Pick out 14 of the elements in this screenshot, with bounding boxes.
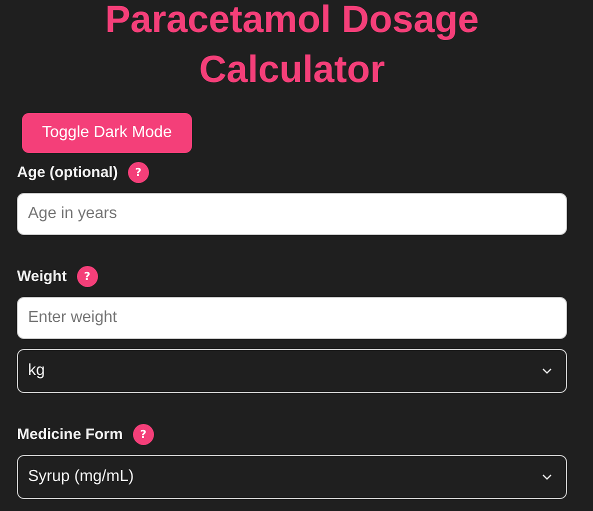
help-badge[interactable]: ? (132, 424, 154, 444)
help-badge[interactable]: ? (76, 266, 98, 286)
toggle-dark-mode-button[interactable]: Toggle Dark Mode (22, 113, 192, 153)
input-field[interactable]: Age in years (17, 193, 567, 235)
input-field[interactable]: Enter weight (17, 297, 567, 339)
field-label: Weight (17, 268, 67, 284)
page-title: Paracetamol Dosage Calculator (104, 0, 480, 93)
field-label: Age (optional) (17, 164, 118, 180)
dropdown[interactable]: kg (17, 349, 567, 393)
dropdown[interactable]: Syrup (mg/mL) (17, 455, 567, 499)
field-label: Medicine Form (17, 426, 123, 442)
chevron-down-icon (542, 474, 552, 480)
chevron-down-icon (542, 368, 552, 374)
help-badge[interactable]: ? (128, 162, 149, 182)
